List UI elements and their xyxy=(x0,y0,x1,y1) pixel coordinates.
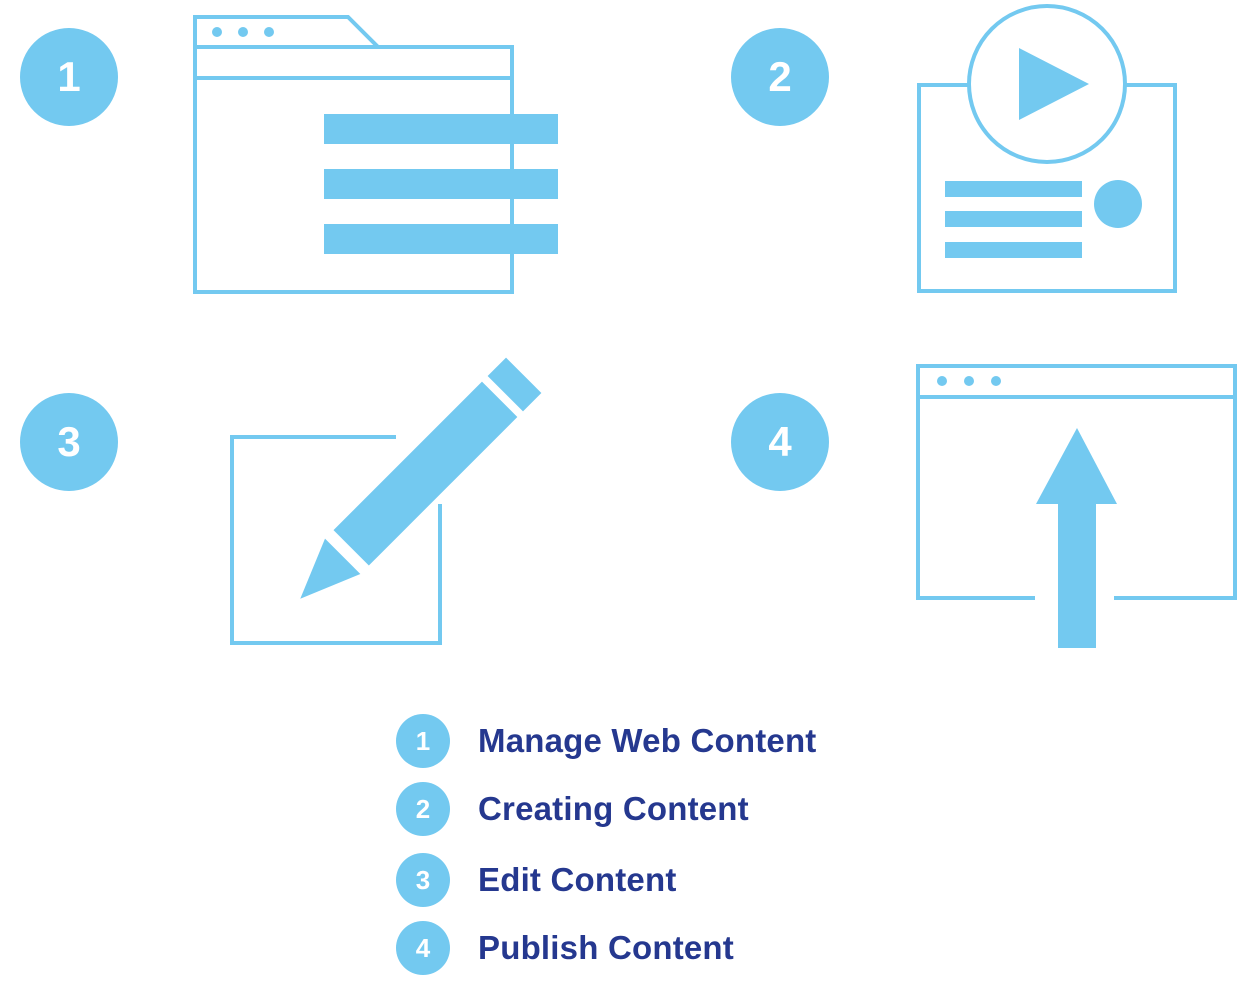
icon-canvas xyxy=(193,4,1237,648)
step-badge-1: 1 xyxy=(20,28,118,126)
legend-label: Creating Content xyxy=(478,790,749,827)
video-content-icon xyxy=(917,4,1177,293)
legend-item-manage: 1 Manage Web Content xyxy=(396,713,817,769)
legend-label: Publish Content xyxy=(478,929,734,966)
step-badge-number: 1 xyxy=(57,53,81,100)
legend-item-edit: 3 Edit Content xyxy=(396,852,677,908)
browser-document-icon xyxy=(193,15,558,294)
legend-number: 1 xyxy=(396,714,450,768)
step-badge-number: 3 xyxy=(57,418,81,465)
browser-upload-icon xyxy=(916,364,1237,648)
pencil-edit-icon xyxy=(230,357,542,645)
legend-item-publish: 4 Publish Content xyxy=(396,920,734,976)
legend-item-creating: 2 Creating Content xyxy=(396,781,749,837)
legend-number: 2 xyxy=(396,782,450,836)
legend-number: 3 xyxy=(396,853,450,907)
legend-label: Manage Web Content xyxy=(478,722,817,759)
legend-number: 4 xyxy=(396,921,450,975)
step-badge-4: 4 xyxy=(731,393,829,491)
step-badge-3: 3 xyxy=(20,393,118,491)
legend-label: Edit Content xyxy=(478,861,677,898)
step-badge-number: 2 xyxy=(768,53,792,100)
step-badge-2: 2 xyxy=(731,28,829,126)
step-badge-number: 4 xyxy=(768,418,792,465)
